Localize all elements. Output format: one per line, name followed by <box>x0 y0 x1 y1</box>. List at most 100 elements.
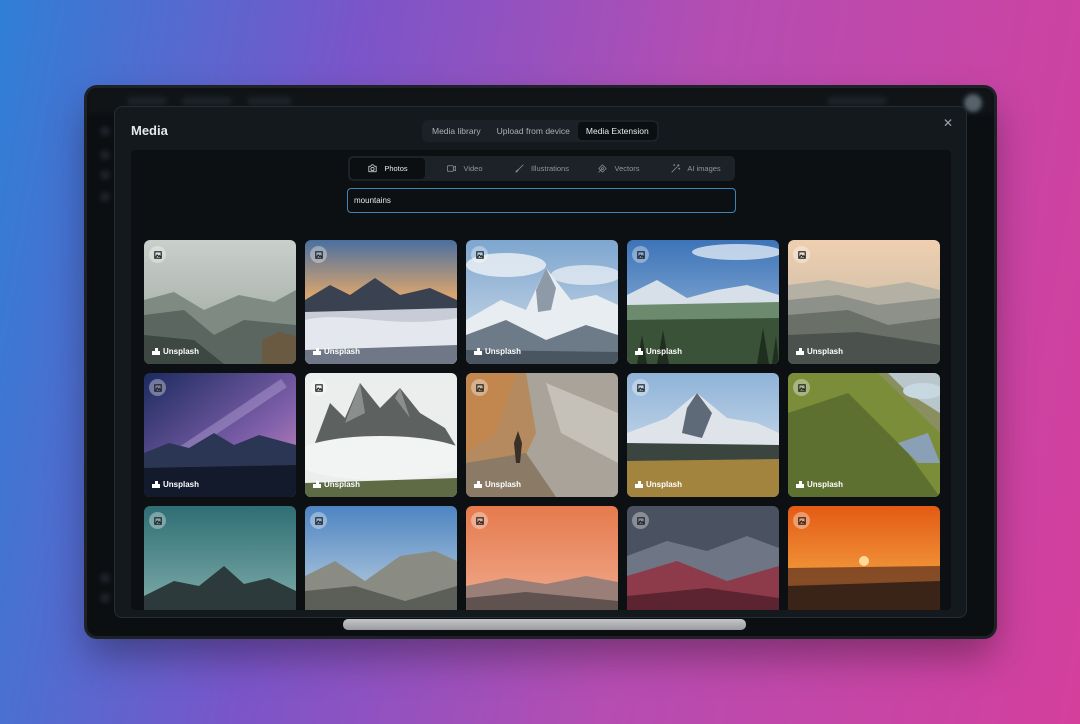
horizontal-scrollbar[interactable] <box>343 619 746 630</box>
image-type-badge <box>149 246 166 263</box>
tab-media-library[interactable]: Media library <box>424 122 489 140</box>
image-tile[interactable]: Unsplash <box>466 240 618 364</box>
image-type-badge <box>310 512 327 529</box>
image-type-badge <box>149 379 166 396</box>
image-type-badge <box>310 379 327 396</box>
image-icon <box>636 383 645 392</box>
image-tile[interactable]: Unsplash <box>466 373 618 497</box>
image-tile[interactable] <box>466 506 618 610</box>
image-type-badge <box>793 379 810 396</box>
image-icon <box>314 516 323 525</box>
search-input[interactable] <box>347 188 736 213</box>
image-icon <box>636 250 645 259</box>
unsplash-credit: Unsplash <box>313 480 360 489</box>
image-icon <box>636 516 645 525</box>
image-icon <box>153 250 162 259</box>
image-type-badge <box>632 246 649 263</box>
unsplash-credit: Unsplash <box>796 480 843 489</box>
image-icon <box>153 516 162 525</box>
image-icon <box>475 516 484 525</box>
unsplash-logo-icon <box>635 481 643 488</box>
mountain-photo <box>627 240 779 364</box>
background-sidebar-icon <box>100 593 110 603</box>
tab-label: Photos <box>384 164 408 173</box>
background-sidebar-icon <box>100 126 110 136</box>
image-tile[interactable] <box>788 506 940 610</box>
credit-label: Unsplash <box>324 347 361 356</box>
image-tile[interactable] <box>144 506 296 610</box>
image-tile[interactable]: Unsplash <box>627 240 779 364</box>
video-icon <box>447 165 457 172</box>
close-button[interactable]: ✕ <box>940 115 956 131</box>
tab-label: AI images <box>687 164 721 173</box>
mountain-photo <box>627 506 779 610</box>
unsplash-logo-icon <box>796 481 804 488</box>
tab-media-extension[interactable]: Media Extension <box>577 122 657 140</box>
background-sidebar-icon <box>100 170 110 180</box>
credit-label: Unsplash <box>163 347 200 356</box>
mountain-photo <box>305 506 457 610</box>
mountain-photo <box>788 240 940 364</box>
credit-label: Unsplash <box>485 480 522 489</box>
mountain-photo <box>788 373 940 497</box>
image-type-badge <box>632 379 649 396</box>
image-type-badge <box>149 512 166 529</box>
mountain-photo <box>144 240 296 364</box>
tab-video[interactable]: Video <box>427 158 502 179</box>
unsplash-credit: Unsplash <box>474 480 521 489</box>
mountain-photo <box>466 506 618 610</box>
image-tile[interactable]: Unsplash <box>144 373 296 497</box>
mountain-photo <box>466 240 618 364</box>
tab-label: Vectors <box>614 164 640 173</box>
background-sidebar-icon <box>100 573 110 583</box>
pen-tool-icon <box>598 164 608 173</box>
unsplash-credit: Unsplash <box>635 480 682 489</box>
image-icon <box>797 383 806 392</box>
background-sidebar-icon <box>100 192 110 202</box>
tab-upload-from-device[interactable]: Upload from device <box>489 122 578 140</box>
tab-illustrations[interactable]: Illustrations <box>504 158 579 179</box>
image-type-badge <box>632 512 649 529</box>
tab-photos[interactable]: Photos <box>350 158 425 179</box>
media-type-tabs: Photos Video Illustrations Vectors AI im… <box>348 156 735 181</box>
image-tile[interactable] <box>305 506 457 610</box>
tab-label: Illustrations <box>531 164 569 173</box>
media-modal: Media Media library Upload from device M… <box>114 106 967 618</box>
results-grid: Unsplash Unsplash Unsplash Unsplash Unsp… <box>144 240 940 610</box>
tab-vectors[interactable]: Vectors <box>581 158 656 179</box>
image-type-badge <box>793 246 810 263</box>
image-tile[interactable]: Unsplash <box>144 240 296 364</box>
app-window: Media Media library Upload from device M… <box>87 88 994 636</box>
unsplash-credit: Unsplash <box>313 347 360 356</box>
mountain-photo <box>305 240 457 364</box>
unsplash-logo-icon <box>796 348 804 355</box>
unsplash-logo-icon <box>313 481 321 488</box>
background-menu-item <box>127 97 167 105</box>
image-tile[interactable] <box>627 506 779 610</box>
background-menu-item <box>827 97 887 105</box>
unsplash-logo-icon <box>635 348 643 355</box>
image-tile[interactable]: Unsplash <box>788 240 940 364</box>
image-type-badge <box>793 512 810 529</box>
image-tile[interactable]: Unsplash <box>305 373 457 497</box>
background-menu-item <box>182 97 232 105</box>
image-tile[interactable]: Unsplash <box>305 240 457 364</box>
tab-ai-images[interactable]: AI images <box>658 158 733 179</box>
credit-label: Unsplash <box>807 480 844 489</box>
image-tile[interactable]: Unsplash <box>788 373 940 497</box>
credit-label: Unsplash <box>163 480 200 489</box>
unsplash-logo-icon <box>152 481 160 488</box>
mountain-photo <box>627 373 779 497</box>
source-tabs: Media library Upload from device Media E… <box>422 120 659 142</box>
unsplash-logo-icon <box>313 348 321 355</box>
image-tile[interactable]: Unsplash <box>627 373 779 497</box>
image-icon <box>314 383 323 392</box>
close-icon: ✕ <box>942 116 954 130</box>
unsplash-credit: Unsplash <box>635 347 682 356</box>
unsplash-credit: Unsplash <box>474 347 521 356</box>
credit-label: Unsplash <box>646 480 683 489</box>
unsplash-credit: Unsplash <box>796 347 843 356</box>
image-icon <box>153 383 162 392</box>
image-icon <box>475 383 484 392</box>
background-sidebar-icon <box>100 150 110 160</box>
